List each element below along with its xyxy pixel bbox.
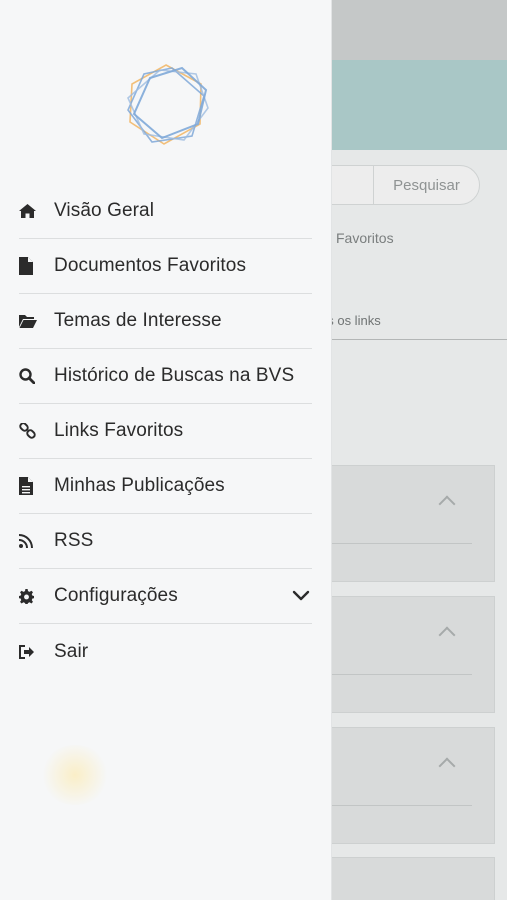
sign-out-icon: [19, 644, 54, 659]
rss-icon: [19, 534, 54, 548]
menu-item-sair[interactable]: Sair: [19, 624, 312, 679]
background-card: [320, 727, 495, 844]
menu-item-label: Sair: [54, 640, 89, 662]
background-card: [320, 465, 495, 582]
menu-item-rss[interactable]: RSS: [19, 514, 312, 569]
chevron-up-icon: [438, 495, 456, 513]
document-icon: [19, 257, 54, 275]
menu-item-label: Minhas Publicações: [54, 475, 225, 496]
divider: [321, 543, 472, 544]
chevron-down-icon[interactable]: [292, 587, 310, 605]
navigation-drawer: Visão Geral Documentos Favoritos Temas d…: [0, 0, 331, 900]
menu-item-historico-de-buscas[interactable]: Histórico de Buscas na BVS: [19, 349, 312, 404]
background-card: [320, 857, 495, 900]
menu-item-links-favoritos[interactable]: Links Favoritos: [19, 404, 312, 459]
chevron-up-icon: [438, 626, 456, 644]
background-card: [320, 596, 495, 713]
menu-item-label: Temas de Interesse: [54, 310, 222, 331]
chevron-up-icon: [438, 757, 456, 775]
menu-item-minhas-publicacoes[interactable]: Minhas Publicações: [19, 459, 312, 514]
menu-item-label: Links Favoritos: [54, 420, 184, 441]
menu-item-visao-geral[interactable]: Visão Geral: [19, 184, 312, 239]
menu-item-label: Histórico de Buscas na BVS: [54, 365, 295, 386]
menu-item-label: Documentos Favoritos: [54, 255, 247, 276]
menu-item-documentos-favoritos[interactable]: Documentos Favoritos: [19, 239, 312, 294]
menu-item-label: Configurações: [54, 585, 178, 606]
document-text-icon: [19, 477, 54, 495]
search-icon: [19, 368, 54, 384]
gear-icon: [19, 588, 54, 604]
background-tab-underline: [330, 334, 507, 340]
menu-item-temas-de-interesse[interactable]: Temas de Interesse: [19, 294, 312, 349]
folder-open-icon: [19, 314, 54, 328]
decorative-glow: [40, 745, 110, 805]
home-icon: [19, 204, 54, 218]
app-logo: [127, 64, 209, 145]
menu-item-configuracoes[interactable]: Configurações: [19, 569, 312, 624]
divider: [321, 805, 472, 806]
menu-item-label: Visão Geral: [54, 200, 155, 221]
divider: [321, 674, 472, 675]
link-icon: [19, 422, 54, 440]
menu-item-label: RSS: [54, 530, 94, 551]
background-favorites-label: Favoritos: [336, 230, 394, 246]
background-search-button: Pesquisar: [373, 166, 479, 204]
drawer-menu: Visão Geral Documentos Favoritos Temas d…: [0, 184, 331, 679]
